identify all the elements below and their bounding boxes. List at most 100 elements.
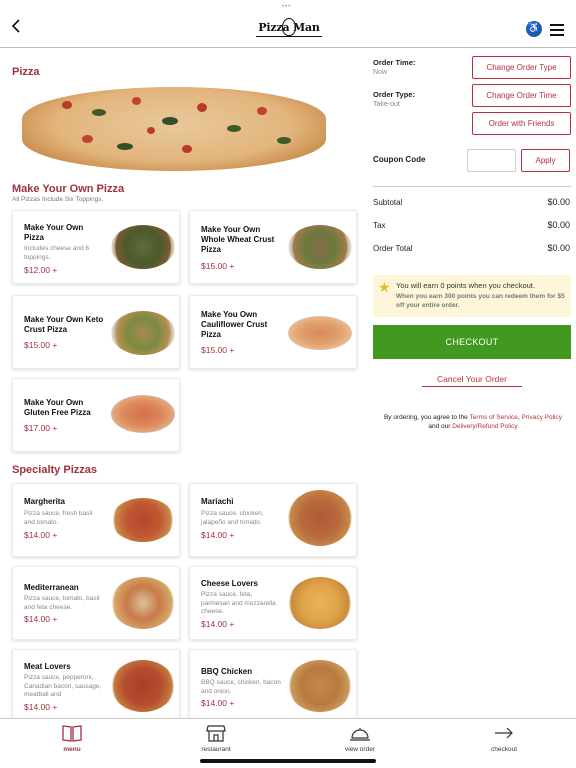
terms-prefix: By ordering, you agree to the	[383, 414, 468, 421]
arrow-right-icon	[495, 727, 513, 739]
pizza-thumbnail	[111, 660, 175, 712]
refund-policy-link[interactable]: Delivery/Refund Policy	[452, 423, 517, 430]
logo-text: Pizza Man	[258, 21, 320, 34]
change-order-time-button[interactable]: Change Order Time	[472, 84, 571, 107]
hero-pizza-image	[22, 87, 326, 171]
terms-of-service-link[interactable]: Terms of Service	[470, 414, 518, 421]
menu-item-card[interactable]: Make Your Own Keto Crust Pizza $15.00 +	[12, 295, 180, 369]
item-name: Make Your Own Whole Wheat Crust Pizza	[201, 225, 275, 254]
nav-view-order[interactable]: view order	[320, 723, 400, 763]
home-indicator	[200, 759, 376, 763]
section-title-make-your-own: Make Your Own Pizza	[12, 183, 125, 195]
nav-checkout[interactable]: checkout	[464, 723, 544, 763]
menu-item-card[interactable]: Mariachi Pizza sauce, chicken, jalapeño …	[189, 483, 357, 557]
item-price: $17.00 +	[24, 423, 58, 433]
subtotal-value: $0.00	[547, 197, 570, 207]
order-total-label: Order Total	[373, 244, 413, 253]
item-name: Cheese Lovers	[201, 579, 258, 588]
pizza-thumbnail	[111, 577, 175, 629]
pizza-thumbnail	[111, 225, 175, 269]
nav-label-restaurant: restaurant	[201, 746, 231, 753]
cancel-order-link[interactable]: Cancel Your Order	[422, 374, 522, 384]
nav-menu[interactable]: menu	[32, 723, 112, 763]
menu-column[interactable]: Pizza Make Your Own Pizza All Pizzas Inc…	[0, 49, 364, 719]
pizza-thumbnail	[288, 490, 352, 546]
order-with-friends-button[interactable]: Order with Friends	[472, 112, 571, 135]
terms-mid: and our	[428, 423, 451, 430]
item-description: Pizza sauce, chicken, jalapeño and tomat…	[201, 510, 264, 526]
coupon-code-label: Coupon Code	[373, 155, 426, 164]
menu-item-card[interactable]: Make Your Own Pizza Includes cheese and …	[12, 210, 180, 284]
category-title: Pizza	[12, 66, 40, 78]
pizza-thumbnail	[288, 660, 352, 712]
item-price: $15.00 +	[24, 340, 58, 350]
item-price: $14.00 +	[201, 619, 235, 629]
pizza-thumbnail	[111, 498, 175, 542]
back-arrow-icon[interactable]	[8, 18, 24, 34]
coupon-code-input[interactable]	[467, 149, 516, 172]
item-name: Margherita	[24, 497, 65, 506]
privacy-policy-link[interactable]: Privacy Policy	[522, 414, 562, 421]
order-time-label: Order Time:	[373, 58, 416, 67]
cloche-icon	[350, 728, 370, 741]
pizza-thumbnail	[288, 225, 352, 269]
item-description: Pizza sauce, tomato, basil and feta chee…	[24, 595, 100, 611]
menu-book-icon	[62, 725, 82, 742]
checkout-button[interactable]: CHECKOUT	[373, 325, 571, 359]
menu-item-card[interactable]: Margherita Pizza sauce, fresh basil and …	[12, 483, 180, 557]
logo-underline	[256, 36, 322, 37]
item-description: BBQ sauce, chicken, bacon and onion.	[201, 679, 281, 695]
menu-item-card[interactable]: Make Your Own Whole Wheat Crust Pizza $1…	[189, 210, 357, 284]
item-description: Includes cheese and 6 toppings.	[24, 245, 90, 261]
item-description: Pizza sauce, feta, parmesan and mozzarel…	[201, 591, 276, 615]
cancel-underline	[422, 386, 522, 387]
item-name: Make Your Own Keto Crust Pizza	[24, 315, 104, 334]
tax-value: $0.00	[547, 220, 570, 230]
menu-item-card[interactable]: Meat Lovers Pizza sauce, pepperoni, Cana…	[12, 649, 180, 719]
menu-item-card[interactable]: Make You Own Cauliflower Crust Pizza $15…	[189, 295, 357, 369]
accessibility-icon[interactable]: ♿	[526, 21, 542, 37]
order-type-label: Order Type:	[373, 90, 415, 99]
star-icon: ★	[378, 279, 391, 295]
status-dots: •••	[282, 4, 292, 10]
item-price: $14.00 +	[24, 702, 58, 712]
item-price: $14.00 +	[24, 614, 58, 624]
order-time-value: Now	[373, 69, 388, 76]
change-order-type-button[interactable]: Change Order Type	[472, 56, 571, 79]
pizza-thumbnail	[111, 311, 175, 355]
menu-item-card[interactable]: Make Your Own Gluten Free Pizza $17.00 +	[12, 378, 180, 452]
nav-restaurant[interactable]: restaurant	[176, 723, 256, 763]
tax-label: Tax	[373, 221, 386, 230]
order-panel: Order Time: Now Change Order Type Order …	[364, 49, 576, 719]
divider	[373, 186, 571, 187]
pizza-thumbnail	[288, 316, 352, 350]
item-price: $14.00 +	[201, 698, 235, 708]
storefront-icon	[206, 725, 226, 742]
nav-label-checkout: checkout	[490, 746, 518, 753]
item-name: Meat Lovers	[24, 662, 71, 671]
menu-item-card[interactable]: BBQ Chicken BBQ sauce, chicken, bacon an…	[189, 649, 357, 719]
item-price: $14.00 +	[201, 530, 235, 540]
nav-label-menu: menu	[63, 746, 81, 753]
rewards-points-box: ★ You will earn 0 points when you checko…	[373, 275, 571, 317]
section-title-specialty: Specialty Pizzas	[12, 464, 97, 476]
points-redeem-text: When you earn 300 points you can redeem …	[396, 293, 565, 309]
item-description: Pizza sauce, pepperoni, Canadian bacon, …	[24, 674, 102, 698]
hamburger-menu-icon[interactable]	[550, 24, 564, 36]
order-total-value: $0.00	[547, 243, 570, 253]
order-type-value: Take-out	[373, 101, 400, 108]
item-name: BBQ Chicken	[201, 667, 253, 676]
item-name: Make You Own Cauliflower Crust Pizza	[201, 310, 268, 339]
apply-coupon-button[interactable]: Apply	[521, 149, 570, 172]
app-header: ••• Pizza Man ♿	[0, 0, 576, 48]
item-name: Make Your Own Pizza	[24, 223, 84, 242]
item-price: $15.00 +	[201, 345, 235, 355]
item-price: $14.00 +	[24, 530, 58, 540]
menu-item-card[interactable]: Cheese Lovers Pizza sauce, feta, parmesa…	[189, 566, 357, 640]
terms-text: By ordering, you agree to the Terms of S…	[383, 414, 563, 430]
item-price: $12.00 +	[24, 265, 58, 275]
pizza-man-logo[interactable]: Pizza Man	[254, 14, 324, 46]
item-name: Mariachi	[201, 497, 234, 506]
item-name: Make Your Own Gluten Free Pizza	[24, 398, 91, 417]
menu-item-card[interactable]: Mediterranean Pizza sauce, tomato, basil…	[12, 566, 180, 640]
